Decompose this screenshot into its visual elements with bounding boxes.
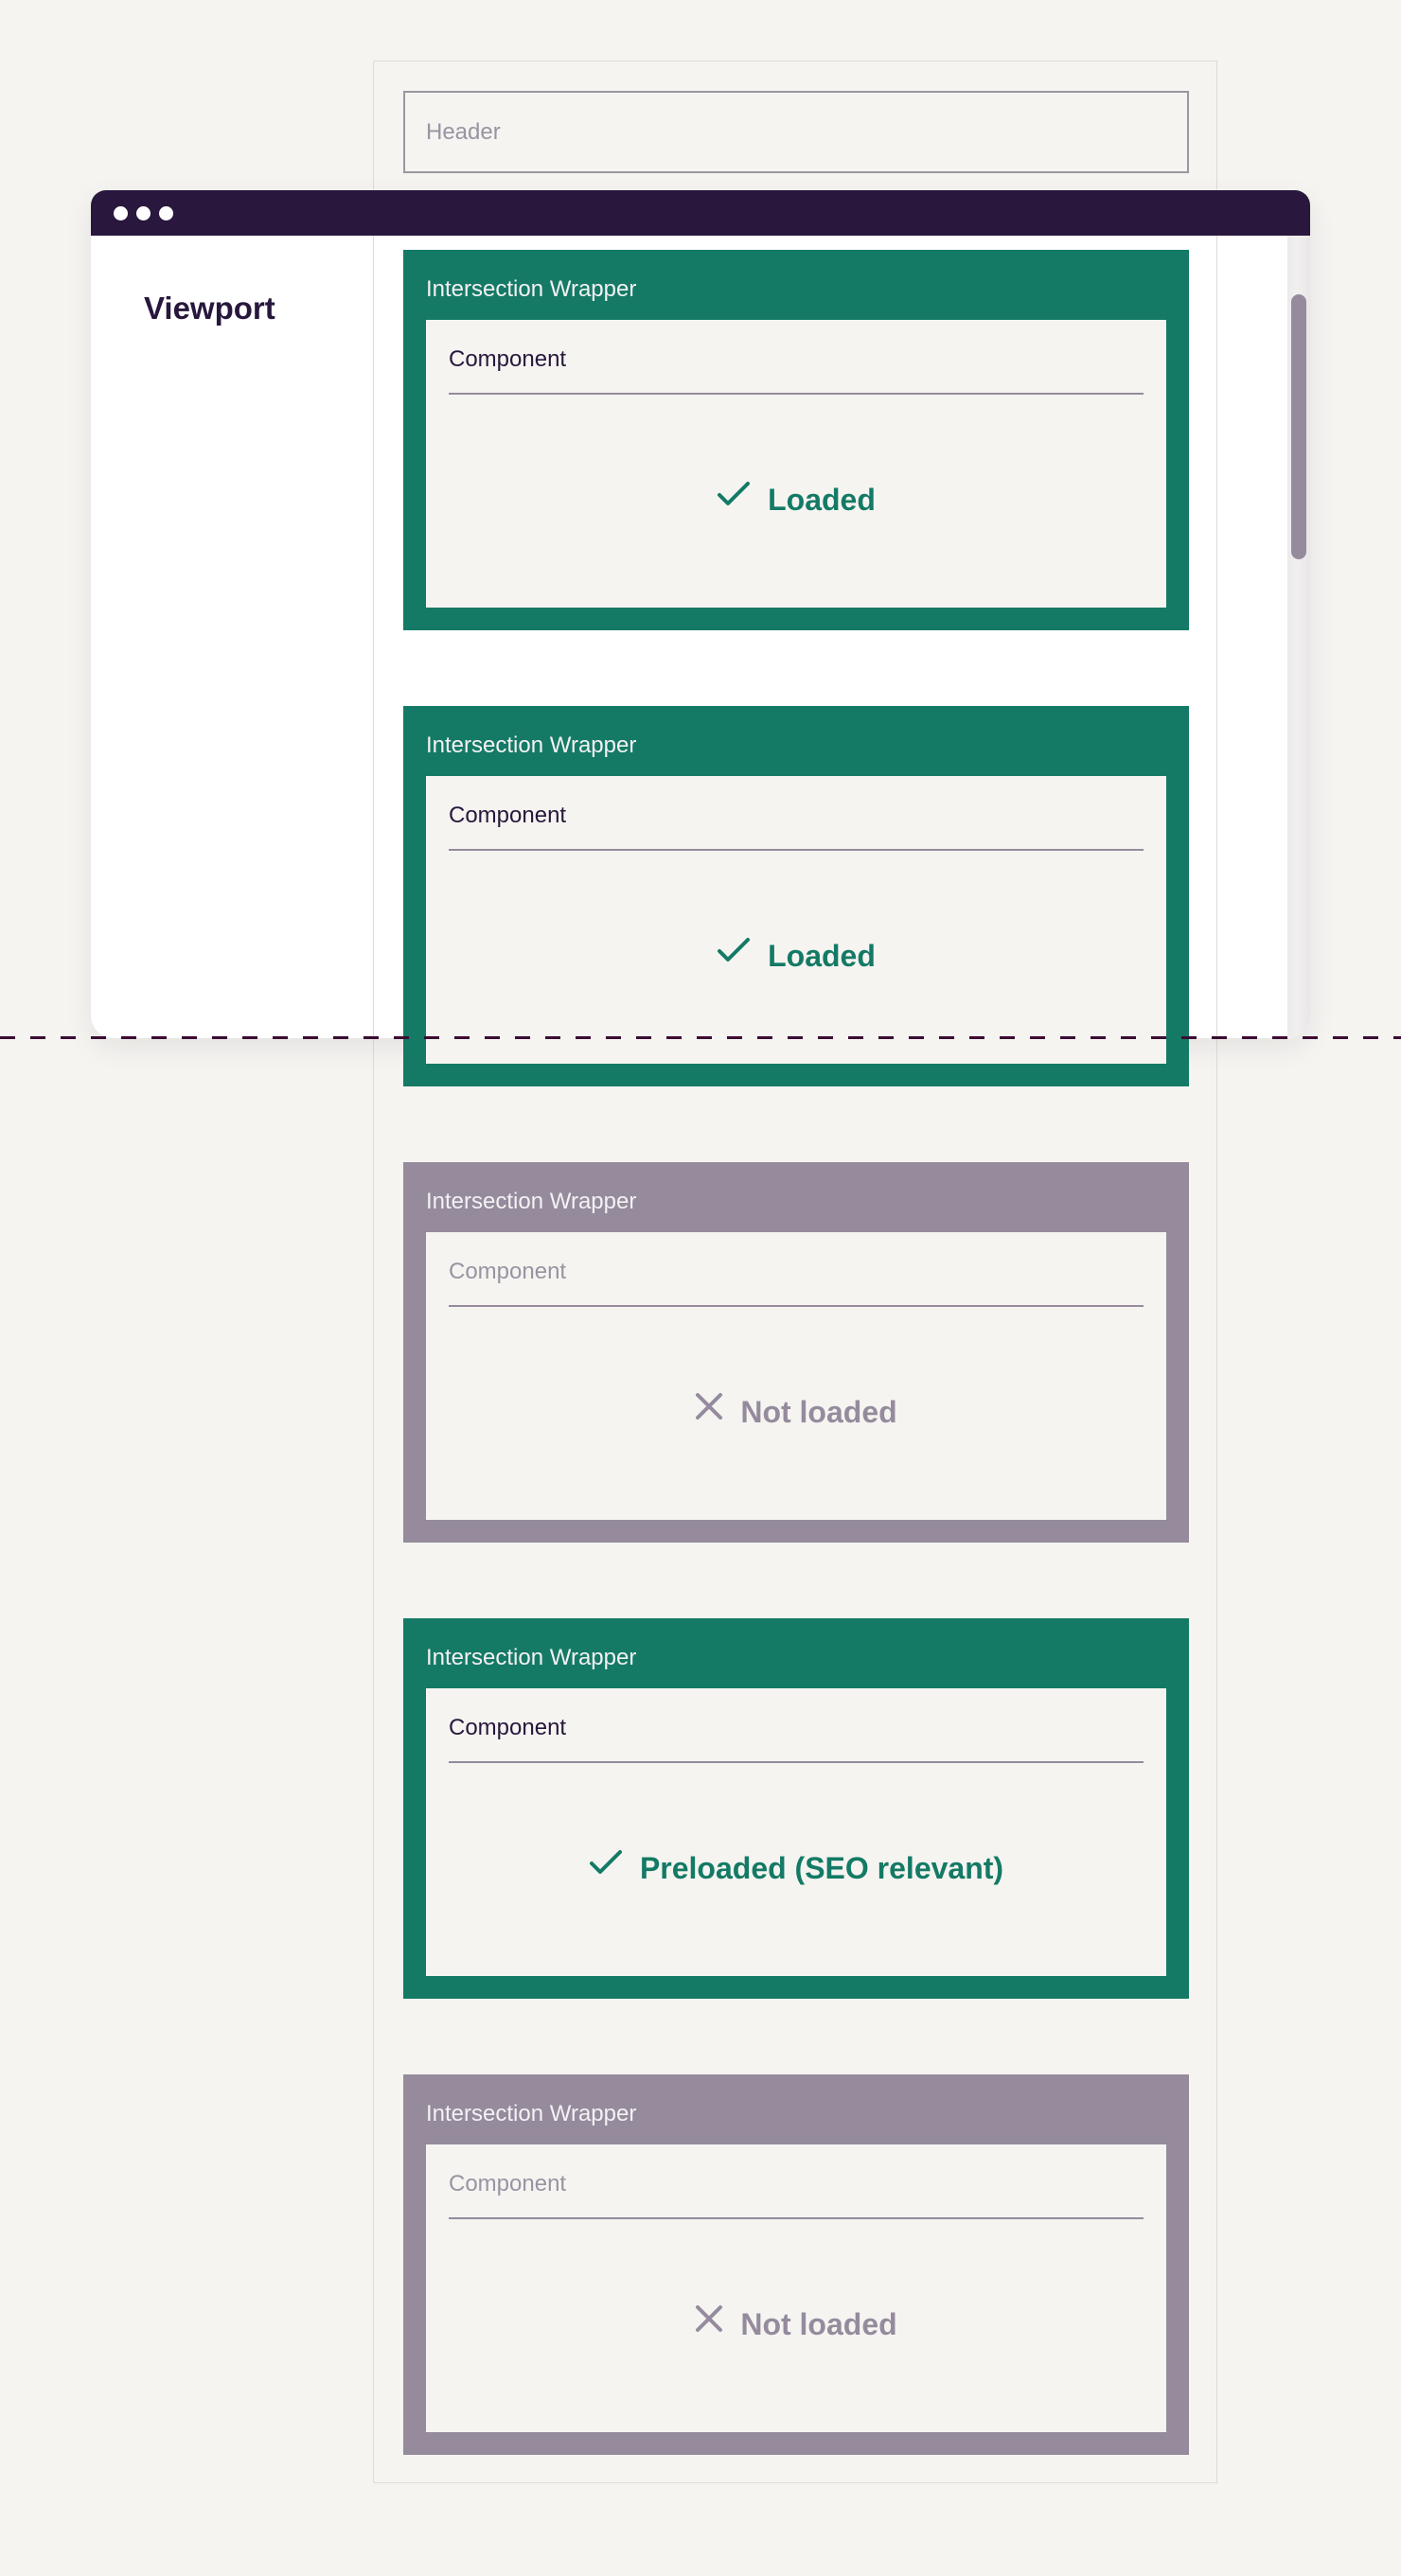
component-divider bbox=[449, 2217, 1144, 2219]
intersection-wrapper-1: Intersection Wrapper Component Loaded bbox=[403, 250, 1189, 630]
window-dot-icon bbox=[159, 206, 173, 221]
check-icon bbox=[717, 480, 751, 515]
intersection-wrapper-2: Intersection Wrapper Component Loaded bbox=[403, 706, 1189, 1086]
component-label: Component bbox=[449, 346, 567, 372]
wrapper-label: Intersection Wrapper bbox=[426, 276, 637, 302]
viewport-label: Viewport bbox=[144, 291, 275, 326]
wrapper-label: Intersection Wrapper bbox=[426, 1645, 637, 1670]
component-divider bbox=[449, 849, 1144, 851]
load-status-text: Loaded bbox=[768, 939, 876, 974]
check-icon bbox=[589, 1848, 623, 1883]
load-status-text: Loaded bbox=[768, 483, 876, 518]
component-divider bbox=[449, 1761, 1144, 1763]
component-label: Component bbox=[449, 1715, 567, 1740]
scrollbar-thumb[interactable] bbox=[1291, 294, 1306, 559]
component-box: Component Preloaded (SEO relevant) bbox=[426, 1688, 1166, 1976]
wrapper-label: Intersection Wrapper bbox=[426, 1189, 637, 1214]
component-box: Component Not loaded bbox=[426, 2144, 1166, 2432]
load-status: Not loaded bbox=[426, 2304, 1166, 2343]
load-status-text: Preloaded (SEO relevant) bbox=[639, 1851, 1004, 1886]
x-icon bbox=[695, 2304, 723, 2340]
check-icon bbox=[717, 936, 751, 971]
header-placeholder: Header bbox=[403, 91, 1189, 173]
component-label: Component bbox=[449, 1259, 567, 1284]
header-label: Header bbox=[426, 119, 501, 145]
load-status-text: Not loaded bbox=[740, 2307, 897, 2342]
load-status: Preloaded (SEO relevant) bbox=[426, 1849, 1166, 1886]
intersection-wrapper-5: Intersection Wrapper Component Not loade… bbox=[403, 2074, 1189, 2455]
load-status: Loaded bbox=[426, 937, 1166, 974]
x-icon bbox=[695, 1392, 723, 1428]
window-dot-icon bbox=[136, 206, 151, 221]
component-box: Component Loaded bbox=[426, 776, 1166, 1064]
load-status: Loaded bbox=[426, 481, 1166, 518]
load-status: Not loaded bbox=[426, 1392, 1166, 1431]
scrollbar-track[interactable] bbox=[1287, 236, 1310, 1038]
component-box: Component Not loaded bbox=[426, 1232, 1166, 1520]
component-label: Component bbox=[449, 2171, 567, 2197]
viewport-fold-line bbox=[0, 1036, 1401, 1039]
intersection-wrapper-4: Intersection Wrapper Component Preloaded… bbox=[403, 1618, 1189, 1999]
intersection-wrapper-3: Intersection Wrapper Component Not loade… bbox=[403, 1162, 1189, 1543]
load-status-text: Not loaded bbox=[740, 1395, 897, 1430]
wrapper-label: Intersection Wrapper bbox=[426, 732, 637, 758]
wrapper-label: Intersection Wrapper bbox=[426, 2101, 637, 2126]
window-dot-icon bbox=[114, 206, 128, 221]
component-box: Component Loaded bbox=[426, 320, 1166, 608]
component-divider bbox=[449, 393, 1144, 395]
component-divider bbox=[449, 1305, 1144, 1307]
window-titlebar bbox=[91, 190, 1310, 236]
component-label: Component bbox=[449, 803, 567, 828]
